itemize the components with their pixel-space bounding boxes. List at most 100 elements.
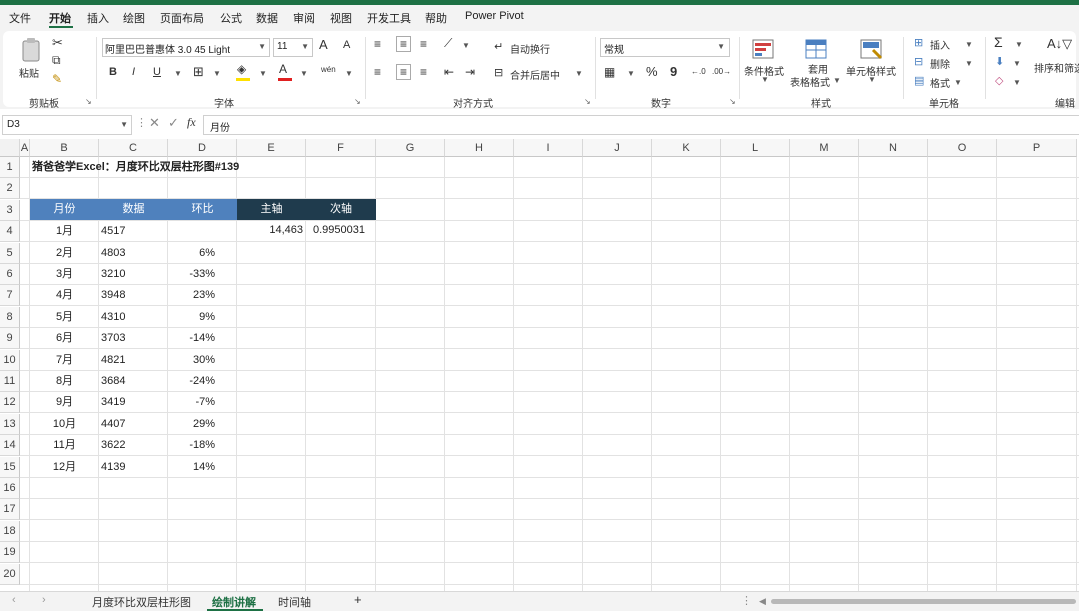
month-cell[interactable]: 4月 <box>30 285 99 306</box>
row-header[interactable]: 2 <box>0 178 20 200</box>
column-header[interactable]: I <box>514 139 583 157</box>
sort-filter-icon[interactable]: A↓▽ <box>1047 36 1072 52</box>
shrink-font-button[interactable]: A <box>343 39 350 51</box>
column-header[interactable]: A <box>20 139 30 157</box>
format-cells-button[interactable]: 格式 <box>930 75 950 90</box>
alignment-launcher-icon[interactable]: ↘ <box>584 97 591 106</box>
select-all-corner[interactable] <box>0 139 20 157</box>
column-header[interactable]: N <box>859 139 928 157</box>
row-header[interactable]: 19 <box>0 542 20 564</box>
enter-icon[interactable]: ✓ <box>168 115 179 131</box>
column-header[interactable]: B <box>30 139 99 157</box>
column-header[interactable]: M <box>790 139 859 157</box>
month-cell[interactable]: 1月 <box>30 221 99 242</box>
month-cell[interactable]: 9月 <box>30 392 99 413</box>
chevron-down-icon[interactable]: ▼ <box>761 75 769 84</box>
ratio-cell[interactable]: 23% <box>168 285 215 306</box>
format-as-table-icon[interactable] <box>804 38 828 60</box>
chevron-down-icon[interactable]: ▼ <box>833 76 841 85</box>
secondary-axis-value[interactable]: 0.9950031 <box>313 220 376 241</box>
font-name-dropdown[interactable]: 阿里巴巴普惠体 3.0 45 Light ▼ <box>102 38 270 57</box>
chevron-down-icon[interactable]: ▼ <box>1015 40 1023 49</box>
border-icon[interactable]: ⊞ <box>193 64 204 80</box>
row-header[interactable]: 3 <box>0 199 20 221</box>
row-header[interactable]: 5 <box>0 242 20 264</box>
fill-color-icon[interactable]: ◈ <box>237 62 246 76</box>
more-options-icon[interactable]: ⋮ <box>136 116 147 129</box>
column-header[interactable]: C <box>99 139 168 157</box>
chevron-down-icon[interactable]: ▼ <box>965 40 973 49</box>
increase-decimal-icon[interactable]: ←.0 <box>691 67 706 76</box>
ratio-cell[interactable]: 30% <box>168 350 215 371</box>
menu-page-layout[interactable]: 页面布局 <box>160 10 204 26</box>
ratio-cell[interactable]: 14% <box>168 457 215 478</box>
decrease-indent-icon[interactable]: ⇤ <box>444 65 454 79</box>
underline-button[interactable]: U <box>153 66 161 78</box>
row-header[interactable]: 17 <box>0 499 20 521</box>
menu-data[interactable]: 数据 <box>256 10 278 26</box>
column-header[interactable]: G <box>376 139 445 157</box>
value-cell[interactable]: 4803 <box>101 243 168 264</box>
font-size-dropdown[interactable]: 11 ▼ <box>273 38 313 57</box>
clear-icon[interactable]: ◇ <box>995 74 1003 87</box>
orientation-icon[interactable]: ⟋ <box>444 36 452 51</box>
menu-help[interactable]: 帮助 <box>425 10 447 26</box>
chevron-down-icon[interactable]: ▼ <box>954 78 962 87</box>
menu-home[interactable]: 开始 <box>49 10 71 26</box>
month-cell[interactable]: 5月 <box>30 307 99 328</box>
worksheet-grid[interactable]: ABCDEFGHIJKLMNOP 1 2 3 4 5 6 7 8 9 10 11 12 13 14 15 16… <box>0 139 1079 591</box>
fill-icon[interactable]: ⬇ <box>995 55 1004 68</box>
menu-developer[interactable]: 开发工具 <box>367 10 411 26</box>
row-header[interactable]: 6 <box>0 264 20 285</box>
name-box[interactable]: D3 ▼ <box>2 115 132 135</box>
decrease-decimal-icon[interactable]: .00→ <box>712 67 731 76</box>
paste-icon[interactable] <box>19 37 43 63</box>
chevron-down-icon[interactable]: ▼ <box>575 69 583 78</box>
chevron-down-icon[interactable]: ▼ <box>462 41 470 50</box>
value-cell[interactable]: 4407 <box>101 414 168 435</box>
format-painter-icon[interactable]: ✎ <box>52 72 62 86</box>
italic-button[interactable]: I <box>132 66 135 78</box>
number-launcher-icon[interactable]: ↘ <box>729 97 736 106</box>
month-cell[interactable]: 7月 <box>30 350 99 371</box>
value-cell[interactable]: 4821 <box>101 350 168 371</box>
add-sheet-button[interactable]: + <box>354 592 362 607</box>
delete-cells-icon[interactable]: ⊟ <box>914 55 923 68</box>
header-month[interactable]: 月份 <box>30 199 99 220</box>
comma-button[interactable]: 9 <box>670 64 677 79</box>
column-header[interactable]: L <box>721 139 790 157</box>
align-bottom-icon[interactable]: ≡ <box>420 37 427 51</box>
merge-center-button[interactable]: 合并后居中 <box>510 67 560 82</box>
wrap-text-button[interactable]: 自动换行 <box>510 41 550 56</box>
insert-cells-icon[interactable]: ⊞ <box>914 36 923 49</box>
ratio-cell[interactable]: 29% <box>168 414 215 435</box>
formula-input[interactable]: 月份 <box>203 115 1079 135</box>
chevron-down-icon[interactable]: ▼ <box>345 69 353 78</box>
align-center-icon[interactable]: ≡ <box>396 64 412 80</box>
bold-button[interactable]: B <box>109 66 117 78</box>
row-header[interactable]: 13 <box>0 413 20 435</box>
scroll-left-icon[interactable]: ‹ <box>12 594 16 606</box>
month-cell[interactable]: 12月 <box>30 457 99 478</box>
delete-cells-button[interactable]: 删除 <box>930 56 950 71</box>
number-format-dropdown[interactable]: 常规 ▼ <box>600 38 730 57</box>
month-cell[interactable]: 10月 <box>30 414 99 435</box>
row-header[interactable]: 15 <box>0 456 20 478</box>
value-cell[interactable]: 3948 <box>101 285 168 306</box>
horizontal-scrollbar[interactable] <box>771 599 1076 604</box>
chevron-down-icon[interactable]: ▼ <box>965 59 973 68</box>
chevron-down-icon[interactable]: ▼ <box>174 69 182 78</box>
insert-cells-button[interactable]: 插入 <box>930 37 950 52</box>
autosum-button[interactable]: Σ <box>994 34 1003 50</box>
row-header[interactable]: 8 <box>0 306 20 328</box>
menu-formulas[interactable]: 公式 <box>220 10 242 26</box>
clipboard-launcher-icon[interactable]: ↘ <box>85 97 92 106</box>
month-cell[interactable]: 2月 <box>30 243 99 264</box>
row-header[interactable]: 9 <box>0 328 20 350</box>
chevron-down-icon[interactable]: ▼ <box>1013 59 1021 68</box>
row-header[interactable]: 11 <box>0 371 20 392</box>
phonetic-guide-button[interactable]: wén <box>321 65 336 74</box>
row-header[interactable]: 12 <box>0 392 20 414</box>
ratio-cell[interactable]: -24% <box>168 371 215 392</box>
row-header[interactable]: 18 <box>0 520 20 542</box>
